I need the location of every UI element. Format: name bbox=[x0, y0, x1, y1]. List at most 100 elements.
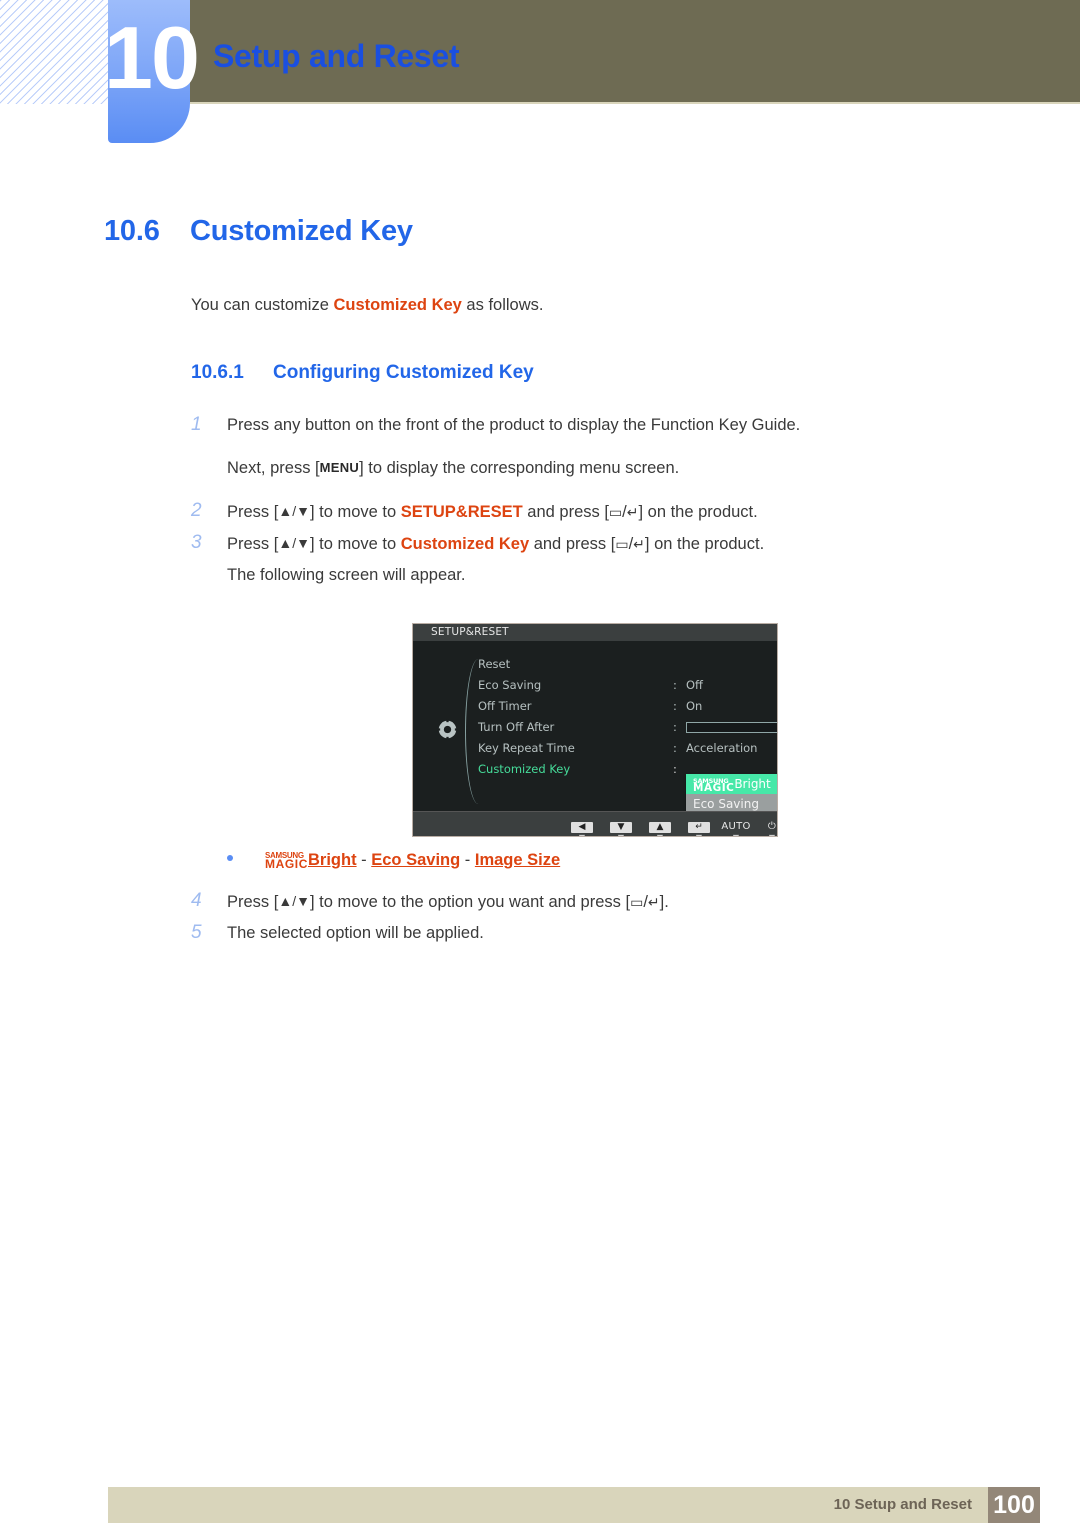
separator: - bbox=[356, 851, 372, 869]
footer-page-number: 100 bbox=[988, 1487, 1040, 1523]
section-heading: 10.6 Customized Key bbox=[104, 215, 413, 248]
osd-row-reset[interactable]: Reset bbox=[478, 654, 777, 675]
note-menu: Next, press [MENU] to display the corres… bbox=[191, 453, 891, 483]
down-arrow-icon: ▼ bbox=[610, 822, 632, 833]
step-text-prefix: Press [ bbox=[227, 503, 279, 521]
osd-row-colon: : bbox=[673, 762, 677, 776]
button-indicator-triangle: ▼ bbox=[643, 833, 677, 836]
bullet-dot-icon bbox=[227, 855, 233, 861]
step-index: 3 bbox=[191, 532, 202, 553]
up-arrow-button[interactable]: ▲ ▼ bbox=[643, 814, 677, 836]
step-index: 2 bbox=[191, 500, 202, 521]
intro-text-before: You can customize bbox=[191, 296, 334, 314]
power-icon: ⏻ bbox=[767, 821, 777, 832]
step-text-suffix: ]. bbox=[659, 893, 669, 911]
enter-button-icon: ↵ bbox=[633, 537, 645, 553]
osd-menu-screenshot: SETUP&RESET Reset Eco Saving: Off Off T… bbox=[412, 623, 778, 837]
link-magicbright[interactable]: Bright bbox=[308, 851, 357, 869]
osd-row-label: Key Repeat Time bbox=[478, 741, 575, 755]
button-indicator-triangle: ▼ bbox=[682, 833, 716, 836]
diagonal-hatch-decoration bbox=[0, 0, 110, 104]
step-index: 1 bbox=[191, 414, 202, 435]
enter-icon: ↵ bbox=[688, 822, 710, 833]
auto-button[interactable]: AUTO ▼ bbox=[719, 814, 753, 836]
step-text-suffix: ] on the product. bbox=[638, 503, 758, 521]
left-arrow-icon: ◀ bbox=[571, 822, 593, 833]
osd-row-label: Eco Saving bbox=[478, 678, 542, 692]
samsung-magic-logo: SAMSUNG MAGIC bbox=[265, 851, 308, 871]
intro-highlight: Customized Key bbox=[333, 296, 462, 314]
updown-arrow-icon: ▲/▼ bbox=[278, 535, 310, 551]
step-text-mid2: and press [ bbox=[522, 503, 609, 521]
step-index: 4 bbox=[191, 890, 202, 911]
footer-chapter-label: 10 Setup and Reset bbox=[833, 1496, 972, 1513]
osd-row-off-timer[interactable]: Off Timer : On bbox=[478, 696, 777, 717]
osd-button-bar: ◀ ▼ ▼ ▼ ▲ ▼ ↵ ▼ AUTO ▼ ⏻ ▼ bbox=[413, 811, 777, 836]
step-text-prefix: Press [ bbox=[227, 535, 279, 553]
osd-row-value: Acceleration bbox=[686, 741, 758, 755]
osd-row-value: Off bbox=[686, 678, 703, 692]
page-footer: 10 Setup and Reset 100 bbox=[108, 1487, 1040, 1523]
menu-key-glyph: MENU bbox=[319, 460, 360, 475]
step-text: Press any button on the front of the pro… bbox=[227, 416, 801, 434]
samsung-magic-logo: SAMSUNG MAGIC bbox=[693, 778, 734, 794]
link-eco-saving[interactable]: Eco Saving bbox=[371, 851, 460, 869]
step-text-prefix: Press [ bbox=[227, 893, 279, 911]
button-indicator-triangle: ▼ bbox=[604, 833, 638, 836]
separator: - bbox=[460, 851, 475, 869]
step-text-mid2: and press [ bbox=[529, 535, 616, 553]
steps-list-1: 1 Press any button on the front of the p… bbox=[191, 410, 891, 590]
step-text-mid: ] to move to the option you want and pre… bbox=[309, 893, 631, 911]
intro-text-after: as follows. bbox=[461, 296, 544, 314]
osd-row-label: Reset bbox=[478, 657, 511, 671]
back-button-icon: ▭ bbox=[615, 537, 629, 553]
updown-arrow-icon: ▲/▼ bbox=[278, 893, 310, 909]
osd-row-turn-off-after[interactable]: Turn Off After : 4h bbox=[478, 717, 777, 738]
intro-paragraph: You can customize Customized Key as foll… bbox=[191, 296, 543, 315]
osd-row-eco-saving[interactable]: Eco Saving : Off bbox=[478, 675, 777, 696]
section-number: 10.6 bbox=[104, 215, 160, 247]
enter-button-icon: ↵ bbox=[626, 505, 639, 521]
link-image-size[interactable]: Image Size bbox=[475, 851, 560, 869]
dropdown-item-label: Bright bbox=[734, 777, 771, 791]
note-text-before: Next, press [ bbox=[227, 459, 320, 477]
osd-body: Reset Eco Saving : Off Off Timer : On Tu… bbox=[413, 641, 777, 834]
step-target-label: Customized Key bbox=[400, 535, 530, 553]
button-indicator-triangle: ▼ bbox=[755, 833, 777, 836]
step-text: The selected option will be applied. bbox=[227, 924, 484, 942]
updown-arrow-icon: ▲/▼ bbox=[278, 503, 310, 519]
back-button-icon: ▭ bbox=[630, 895, 644, 911]
auto-label: AUTO bbox=[721, 821, 751, 832]
power-button[interactable]: ⏻ ▼ bbox=[755, 814, 777, 836]
step-item: 3 Press [▲/▼] to move to Customized Key … bbox=[191, 528, 891, 560]
back-button-icon: ▭ bbox=[608, 505, 623, 521]
osd-row-key-repeat-time[interactable]: Key Repeat Time : Acceleration bbox=[478, 738, 777, 759]
chapter-title: Setup and Reset bbox=[213, 38, 460, 74]
turn-off-after-slider[interactable] bbox=[686, 722, 777, 733]
dropdown-item-label: Eco Saving bbox=[693, 797, 759, 811]
osd-row-label: Off Timer bbox=[478, 699, 532, 713]
dropdown-item-magicbright[interactable]: SAMSUNG MAGIC Bright bbox=[686, 774, 777, 794]
step-item: 1 Press any button on the front of the p… bbox=[191, 410, 891, 440]
subsection-number: 10.6.1 bbox=[191, 362, 244, 383]
brand-magic-text: MAGIC bbox=[265, 857, 308, 871]
options-bullet-line: SAMSUNG MAGIC Bright - Eco Saving - Image … bbox=[227, 851, 560, 870]
osd-row-colon: : bbox=[673, 699, 677, 713]
osd-row-label: Customized Key bbox=[478, 762, 571, 776]
osd-row-colon: : bbox=[673, 678, 677, 692]
note-text-after: ] to display the corresponding menu scre… bbox=[359, 459, 680, 477]
button-indicator-triangle: ▼ bbox=[565, 833, 599, 836]
enter-button[interactable]: ↵ ▼ bbox=[682, 814, 716, 836]
step-item: 5 The selected option will be applied. bbox=[191, 918, 891, 948]
left-arrow-button[interactable]: ◀ ▼ bbox=[565, 814, 599, 836]
step-item: 2 Press [▲/▼] to move to SETUP&RESET and… bbox=[191, 496, 891, 528]
section-title: Customized Key bbox=[190, 215, 413, 247]
step-item: 4 Press [▲/▼] to move to the option you … bbox=[191, 886, 891, 918]
enter-button-icon: ↵ bbox=[647, 895, 660, 911]
osd-row-colon: : bbox=[673, 741, 677, 755]
note-following-screen: The following screen will appear. bbox=[227, 566, 466, 584]
osd-row-value: On bbox=[686, 699, 703, 713]
chapter-header: 10 Setup and Reset bbox=[0, 0, 1080, 150]
down-arrow-button[interactable]: ▼ ▼ bbox=[604, 814, 638, 836]
